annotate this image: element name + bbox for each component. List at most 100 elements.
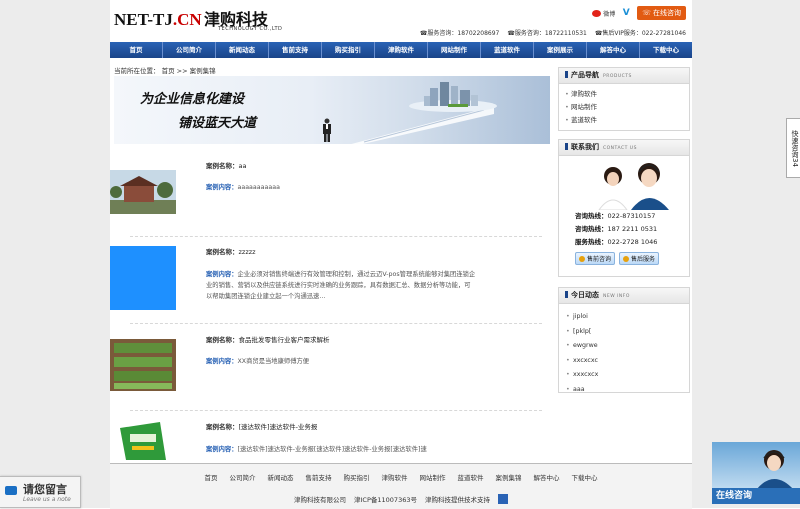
nav-item-presales[interactable]: 售前支持 [269, 42, 322, 58]
case-1-content: 案例内容：aaaaaaaaaaa [206, 184, 280, 191]
online-consult-card-label: 在线咨询 [712, 488, 800, 504]
case-2-title[interactable]: 案例名称：zzzzz [206, 246, 256, 256]
online-consult-label: 在线咨询 [653, 9, 681, 17]
products-box: 产品导航PRODUCTS 津购软件 网站制作 蓝道软件 [558, 67, 690, 131]
case-1-title[interactable]: 案例名称：aa [206, 160, 246, 170]
nav-item-guide[interactable]: 购买指引 [322, 42, 375, 58]
qq-icon [579, 255, 585, 262]
header-marker-icon [565, 71, 568, 78]
nav-item-website[interactable]: 网站制作 [428, 42, 481, 58]
footer-link[interactable]: 蓝道软件 [452, 472, 490, 482]
nav-item-news[interactable]: 新闻动态 [216, 42, 269, 58]
hotline-2: ☎服务咨询：18722110531 [507, 30, 587, 37]
nav-item-faq[interactable]: 解答中心 [587, 42, 640, 58]
hotlines: ☎服务咨询：18702208697 ☎服务咨询：18722110531 ☎售后V… [420, 28, 686, 37]
logo-main: NET-TJ [114, 10, 173, 29]
case-2-thumbnail[interactable] [110, 246, 176, 310]
product-item[interactable]: 蓝道软件 [565, 114, 689, 127]
leave-message-widget[interactable]: 请您留言 Leave us a note [0, 476, 81, 508]
agent-avatar [756, 450, 794, 490]
case-4-thumbnail[interactable] [110, 420, 176, 460]
qq-icon [623, 255, 630, 262]
case-4-content: 案例内容：[速达软件]速达软件-业务报[速达软件]速达软件-业务报[速达软件]速 [206, 446, 427, 453]
hero-banner: 为企业信息化建设 铺设蓝天大道 [114, 76, 550, 144]
message-icon [5, 486, 17, 495]
online-consult-button[interactable]: ☏ 在线咨询 [637, 6, 686, 20]
breadcrumb-home[interactable]: 首页 [162, 67, 175, 75]
news-item[interactable]: jiploi [566, 310, 689, 325]
header-marker-icon [565, 143, 568, 150]
hotline-3: ☎售后VIP服务：022-27281046 [594, 30, 686, 37]
footer: 首页 公司简介 新闻动态 售前支持 购买指引 津购软件 网站制作 蓝道软件 案例… [110, 463, 692, 509]
footer-link[interactable]: 网站制作 [414, 472, 452, 482]
businessman-graphic [323, 118, 331, 142]
divider [130, 323, 542, 324]
footer-link[interactable]: 新闻动态 [262, 472, 300, 482]
nav-item-cases[interactable]: 案例展示 [534, 42, 587, 58]
logo-cn-suffix: .CN [172, 10, 202, 29]
divider [130, 236, 542, 237]
weibo-link[interactable]: 微博 [592, 9, 615, 18]
header-marker-icon [565, 291, 568, 298]
products-list: 津购软件 网站制作 蓝道软件 [559, 84, 689, 129]
footer-link[interactable]: 津购软件 [376, 472, 414, 482]
news-item[interactable]: aaa [566, 383, 689, 398]
nav-item-download[interactable]: 下载中心 [640, 42, 692, 58]
news-item[interactable]: xxcxcxc [566, 354, 689, 369]
top-links: 微博 V ☏ 在线咨询 [592, 6, 686, 20]
main-nav: 首页 公司简介 新闻动态 售前支持 购买指引 津购软件 网站制作 蓝道软件 案例… [110, 42, 692, 58]
case-3-content: 案例内容：XX商贸是当地康师傅方便 [206, 358, 310, 365]
news-item[interactable]: [pklp[ [566, 325, 689, 340]
footer-link[interactable]: 公司简介 [224, 472, 262, 482]
site-logo[interactable]: NET-TJ.CN 津购科技 TECHNOLOGY CO.,LTD [114, 6, 294, 36]
leave-message-sublabel: Leave us a note [23, 496, 71, 503]
contact-buttons: 售前咨询 售后服务 [559, 249, 689, 269]
news-item[interactable]: ewgrwe [566, 339, 689, 354]
city-graphic [409, 82, 497, 112]
footer-link[interactable]: 下载中心 [566, 472, 604, 482]
breadcrumb-current: 案例集锦 [189, 67, 216, 75]
contact-line-2: 咨询热线：187 2211 0531 [575, 225, 658, 233]
case-4-title[interactable]: 案例名称：[速达软件]速达软件-业务报 [206, 421, 317, 431]
quick-consult-tab[interactable]: 快速咨询34 [786, 118, 800, 178]
page: NET-TJ.CN 津购科技 TECHNOLOGY CO.,LTD 微博 V ☏… [110, 0, 692, 509]
breadcrumb-prefix: 当前所在位置： [114, 67, 160, 75]
logo-subtitle: TECHNOLOGY CO.,LTD [218, 26, 283, 32]
nav-item-home[interactable]: 首页 [110, 42, 163, 58]
products-header: 产品导航 PRODUCTS [559, 68, 689, 84]
breadcrumb: 当前所在位置： 首页 >> 案例集锦 [114, 65, 216, 75]
chat-icon: ☏ [642, 9, 651, 17]
case-3-title[interactable]: 案例名称：食品批发零售行业客户需求解析 [206, 334, 330, 344]
phone-icon: ☎ [507, 30, 515, 37]
news-box: 今日动态NEW INFO jiploi [pklp[ ewgrwe xxcxcx… [558, 287, 690, 397]
nav-item-software[interactable]: 津购软件 [375, 42, 428, 58]
product-item[interactable]: 网站制作 [565, 101, 689, 114]
divider [130, 410, 542, 411]
banner-line-1: 为企业信息化建设 [140, 92, 245, 107]
footer-link[interactable]: 售前支持 [300, 472, 338, 482]
certification-badge-icon[interactable] [497, 494, 508, 504]
news-list: jiploi [pklp[ ewgrwe xxcxcxc xxxcxcx aaa [559, 304, 689, 401]
banner-line-2: 铺设蓝天大道 [178, 116, 257, 131]
customer-service-image [587, 158, 677, 210]
nav-item-about[interactable]: 公司简介 [163, 42, 216, 58]
footer-link[interactable]: 解答中心 [528, 472, 566, 482]
footer-link[interactable]: 案例集锦 [490, 472, 528, 482]
contact-header: 联系我们 CONTACT US [559, 140, 689, 156]
news-header: 今日动态 NEW INFO [559, 288, 689, 304]
footer-icp[interactable]: 津ICP备11007363号 [354, 494, 417, 504]
nav-item-landao[interactable]: 蓝道软件 [481, 42, 534, 58]
case-3-thumbnail[interactable] [110, 339, 176, 391]
online-consult-card[interactable]: 在线咨询 [712, 442, 800, 504]
aftersales-service-button[interactable]: 售后服务 [619, 252, 660, 265]
case-1-thumbnail[interactable] [110, 170, 176, 214]
news-item[interactable]: xxxcxcx [566, 368, 689, 383]
footer-link[interactable]: 首页 [199, 472, 224, 482]
verified-v-icon[interactable]: V [621, 8, 631, 18]
footer-link[interactable]: 购买指引 [338, 472, 376, 482]
presales-consult-button[interactable]: 售前咨询 [575, 252, 616, 265]
weibo-label: 微博 [603, 10, 616, 18]
contact-line-3: 服务热线：022-2728 1046 [575, 238, 658, 246]
footer-company: 津购科技有限公司 [294, 496, 347, 504]
product-item[interactable]: 津购软件 [565, 88, 689, 101]
